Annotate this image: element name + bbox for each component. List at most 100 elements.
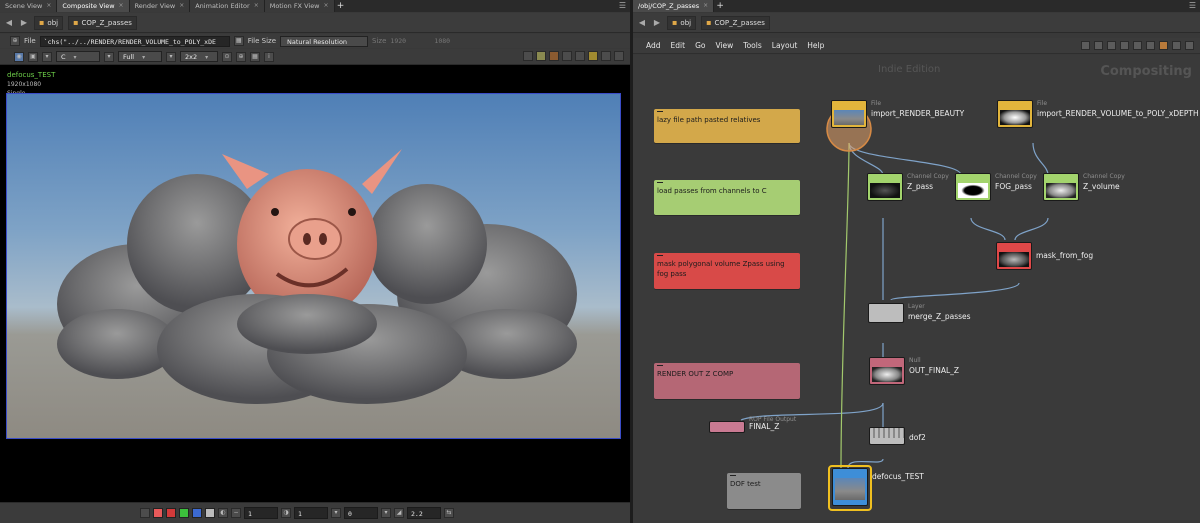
menu-layout[interactable]: Layout [767, 41, 803, 50]
camera-icon[interactable] [562, 51, 572, 61]
sticky-note-mask-volume[interactable]: mask polygonal volume Zpass using fog pa… [654, 253, 800, 289]
node-tile[interactable] [1043, 173, 1079, 201]
luminance-toggle[interactable] [205, 508, 215, 518]
grid-icon[interactable]: ▦ [250, 51, 260, 62]
blue-channel-toggle[interactable] [192, 508, 202, 518]
settings-icon[interactable] [614, 51, 624, 61]
zoom-fit-icon[interactable]: ⊙ [222, 51, 232, 62]
menu-add[interactable]: Add [641, 41, 666, 50]
snapshot-icon[interactable] [523, 51, 533, 61]
display-options-icon[interactable]: ▣ [28, 51, 38, 62]
add-tab-plus-icon[interactable]: + [335, 0, 347, 12]
layout-icon[interactable] [1172, 41, 1181, 50]
node-tile[interactable] [869, 357, 905, 385]
forward-arrow-icon[interactable]: ▶ [652, 17, 662, 29]
menu-view[interactable]: View [710, 41, 738, 50]
node-tile[interactable] [831, 100, 867, 128]
close-icon[interactable]: × [703, 0, 708, 12]
node-tile[interactable] [867, 173, 903, 201]
tiles-dropdown[interactable]: 2x2 ▾ [180, 51, 218, 62]
tab-render-view[interactable]: Render View × [129, 0, 191, 12]
pane-menu-icon[interactable]: ☰ [619, 1, 626, 10]
contrast-icon[interactable]: ◑ [281, 508, 291, 518]
menu-go[interactable]: Go [690, 41, 710, 50]
path-root[interactable]: ▪ obj [667, 15, 697, 30]
gamma-icon[interactable]: ◢ [394, 508, 404, 518]
node-tile[interactable] [869, 427, 905, 445]
info-icon[interactable]: i [264, 51, 274, 62]
brightness-field[interactable]: 1 [294, 507, 328, 519]
green-channel-toggle[interactable] [179, 508, 189, 518]
path-network[interactable]: ▪ COP_Z_passes [68, 15, 137, 30]
red-channel-toggle[interactable] [153, 508, 163, 518]
exposure-icon[interactable]: ◐ [218, 508, 228, 518]
node-tile[interactable] [997, 100, 1033, 128]
parameter-icon[interactable] [1133, 41, 1142, 50]
image-viewport[interactable]: defocus_TEST 1920x1080 Single C [0, 65, 630, 502]
pin-icon[interactable]: ⊕ [10, 36, 20, 46]
close-icon[interactable]: × [46, 0, 51, 12]
node-tile[interactable] [868, 303, 904, 323]
size-height-field[interactable]: 1080 [434, 37, 474, 45]
network-canvas[interactable]: Indie Edition Compositing lazy file path… [633, 55, 1200, 523]
gamma-field[interactable]: 2.2 [407, 507, 441, 519]
export-icon[interactable] [601, 51, 611, 61]
gamma-lut-icon[interactable]: ▾ [381, 508, 391, 518]
menu-edit[interactable]: Edit [666, 41, 691, 50]
grid-icon[interactable] [1107, 41, 1116, 50]
color-palette-icon[interactable] [1159, 41, 1168, 50]
highlight-icon[interactable] [536, 51, 546, 61]
frame-field[interactable]: 1 [244, 507, 278, 519]
tab-network-path[interactable]: /obj/COP_Z_passes × [633, 0, 715, 12]
back-arrow-icon[interactable]: ◀ [637, 17, 647, 29]
add-tab-plus-icon[interactable]: + [714, 0, 726, 12]
channel-display-icon[interactable] [140, 508, 150, 518]
menu-tools[interactable]: Tools [738, 41, 766, 50]
back-arrow-icon[interactable]: ◀ [4, 17, 14, 29]
close-icon[interactable]: × [119, 0, 124, 12]
tree-icon[interactable] [1094, 41, 1103, 50]
lock-icon[interactable]: ▾ [166, 51, 176, 62]
view-mode-icon[interactable]: ◉ [14, 51, 24, 62]
size-width-field[interactable]: 1920 [390, 37, 430, 45]
zoom-icon[interactable]: ⊕ [236, 51, 246, 62]
pane-menu-icon[interactable]: ☰ [1189, 1, 1196, 10]
tab-motion-fx-view[interactable]: Motion FX View × [264, 0, 335, 12]
file-path-field[interactable]: `chs("../../RENDER/RENDER_VOLUME_to_POLY… [39, 35, 230, 47]
node-tile[interactable] [709, 421, 745, 433]
sticky-note-load-passes[interactable]: load passes from channels to C [654, 180, 800, 215]
close-icon[interactable]: × [324, 0, 329, 12]
sticky-note-lazy-path[interactable]: lazy file path pasted relatives [654, 109, 800, 143]
tab-composite-view[interactable]: Composite View × [57, 0, 130, 12]
minus-icon[interactable]: − [231, 508, 241, 518]
tab-animation-editor[interactable]: Animation Editor × [190, 0, 265, 12]
close-icon[interactable]: × [179, 0, 184, 12]
sticky-note-dof-test[interactable]: DOF test [727, 473, 801, 509]
image-icon[interactable] [1146, 41, 1155, 50]
roi-icon[interactable] [588, 51, 598, 61]
alpha-channel-toggle[interactable] [166, 508, 176, 518]
wrench-icon[interactable] [1081, 41, 1090, 50]
offset-field[interactable]: 0 [344, 507, 378, 519]
path-network[interactable]: ▪ COP_Z_passes [701, 15, 770, 30]
node-tile[interactable] [832, 468, 868, 506]
forward-arrow-icon[interactable]: ▶ [19, 17, 29, 29]
palette-icon[interactable] [549, 51, 559, 61]
path-root[interactable]: ▪ obj [34, 15, 64, 30]
channel-icon[interactable]: ▾ [42, 51, 52, 62]
node-tile[interactable] [955, 173, 991, 201]
wire-style-icon[interactable] [1185, 41, 1194, 50]
plane-dropdown[interactable]: C ▾ [56, 51, 100, 62]
tab-scene-view[interactable]: Scene View × [0, 0, 58, 12]
sticky-note-render-out[interactable]: RENDER OUT Z COMP [654, 363, 800, 399]
file-size-dropdown[interactable]: Natural Resolution [280, 35, 369, 47]
component-icon[interactable]: ▾ [104, 51, 114, 62]
close-icon[interactable]: × [254, 0, 259, 12]
render-icon[interactable] [575, 51, 585, 61]
menu-help[interactable]: Help [802, 41, 829, 50]
node-tile[interactable] [996, 242, 1032, 270]
quality-dropdown[interactable]: Full ▾ [118, 51, 162, 62]
flipbook-icon[interactable]: ⇆ [444, 508, 454, 518]
list-icon[interactable] [1120, 41, 1129, 50]
offset-icon[interactable]: ▾ [331, 508, 341, 518]
